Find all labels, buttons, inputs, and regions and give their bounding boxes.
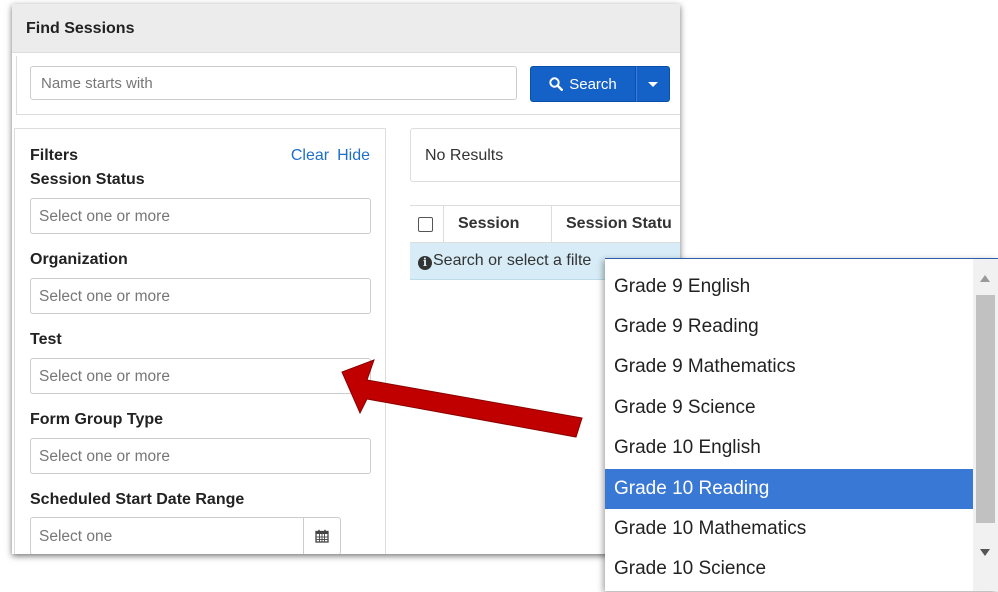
dropdown-option[interactable]: Grade 10 English [605, 428, 973, 468]
dropdown-option[interactable]: Grade 9 Mathematics [605, 347, 973, 387]
dropdown-option[interactable]: Grade 9 Reading [605, 307, 973, 347]
dropdown-option-selected[interactable]: Grade 10 Reading [605, 469, 973, 509]
dropdown-option[interactable]: Grade 10 Science [605, 549, 973, 589]
dropdown-option[interactable]: Grade 9 English [605, 267, 973, 307]
red-arrow [341, 359, 583, 438]
dropdown-option[interactable]: Grade 10 Mathematics [605, 509, 973, 549]
dropdown-option[interactable]: Grade 9 Science [605, 388, 973, 428]
test-dropdown-list[interactable]: Grade 9 English Grade 9 Reading Grade 9 … [605, 258, 998, 591]
scrollbar-thumb[interactable] [976, 295, 995, 523]
scroll-down-icon[interactable] [980, 549, 990, 556]
dropdown-scrollbar[interactable] [973, 259, 998, 591]
scroll-up-icon[interactable] [980, 275, 990, 282]
